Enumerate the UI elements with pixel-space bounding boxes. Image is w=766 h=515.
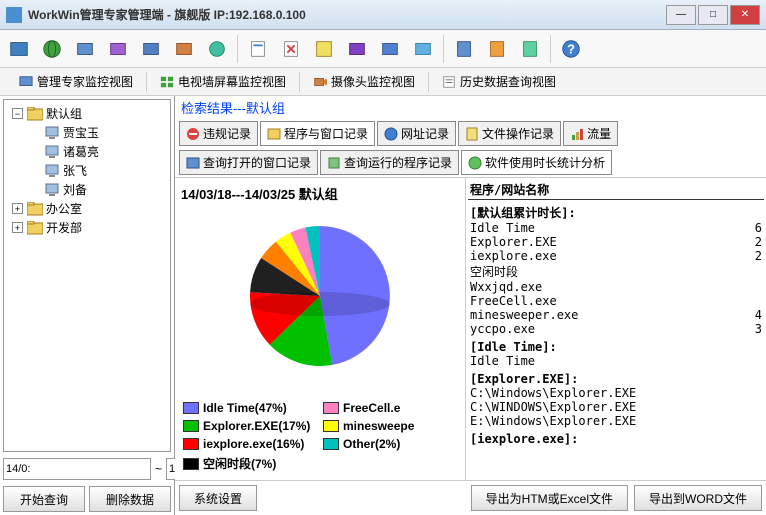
tree-label: 开发部 bbox=[46, 219, 82, 236]
toolbar-btn-6[interactable] bbox=[169, 34, 199, 64]
titlebar: WorkWin管理专家管理端 - 旗舰版 IP:192.168.0.100 — … bbox=[0, 0, 766, 30]
sidebar: − 默认组 贾宝玉 诸葛亮 张飞 刘备 + 办公室 + 开发部 ~ bbox=[0, 96, 175, 515]
toolbar-btn-11[interactable] bbox=[342, 34, 372, 64]
tab-label: 摄像头监控视图 bbox=[331, 73, 415, 90]
list-item[interactable]: yccpo.exe3 bbox=[468, 322, 764, 336]
list-item[interactable]: Idle Time bbox=[468, 354, 764, 368]
date-from-input[interactable] bbox=[3, 458, 151, 480]
search-result-header: 检索结果---默认组 bbox=[175, 96, 766, 119]
tree-group-dev[interactable]: + 开发部 bbox=[8, 218, 166, 237]
program-list[interactable]: 程序/网站名称 [默认组累计时长]: Idle Time6 Explorer.E… bbox=[465, 178, 766, 480]
tree-label: 诸葛亮 bbox=[63, 143, 99, 160]
svg-text:?: ? bbox=[567, 41, 575, 56]
list-item[interactable]: 空闲时段 bbox=[468, 263, 764, 280]
tree-user-1[interactable]: 贾宝玉 bbox=[8, 123, 166, 142]
toolbar-btn-3[interactable] bbox=[70, 34, 100, 64]
subtab-usage-stats[interactable]: 软件使用时长统计分析 bbox=[461, 150, 612, 175]
tab-violation-records[interactable]: 违规记录 bbox=[179, 121, 258, 146]
system-settings-button[interactable]: 系统设置 bbox=[179, 485, 257, 511]
main-toolbar: ? bbox=[0, 30, 766, 68]
list-item[interactable]: C:\WINDOWS\Explorer.EXE bbox=[468, 400, 764, 414]
close-button[interactable]: ✕ bbox=[730, 5, 760, 25]
toolbar-btn-14[interactable] bbox=[449, 34, 479, 64]
list-item[interactable]: Idle Time6 bbox=[468, 221, 764, 235]
list-item[interactable]: iexplore.exe2 bbox=[468, 249, 764, 263]
tree-label: 默认组 bbox=[46, 105, 82, 122]
maximize-button[interactable]: □ bbox=[698, 5, 728, 25]
expander-icon[interactable]: + bbox=[12, 203, 23, 214]
tree-group-office[interactable]: + 办公室 bbox=[8, 199, 166, 218]
toolbar-btn-16[interactable] bbox=[515, 34, 545, 64]
pie-chart bbox=[179, 205, 461, 397]
tab-file-records[interactable]: 文件操作记录 bbox=[458, 121, 561, 146]
toolbar-btn-12[interactable] bbox=[375, 34, 405, 64]
toolbar-btn-13[interactable] bbox=[408, 34, 438, 64]
subtab-window-records[interactable]: 查询打开的窗口记录 bbox=[179, 150, 318, 175]
export-htm-excel-button[interactable]: 导出为HTM或Excel文件 bbox=[471, 485, 628, 511]
chart-title: 14/03/18---14/03/25 默认组 bbox=[179, 182, 461, 205]
toolbar-btn-8[interactable] bbox=[243, 34, 273, 64]
tab-monitor-view[interactable]: 管理专家监控视图 bbox=[10, 69, 142, 94]
content-area: 检索结果---默认组 违规记录 程序与窗口记录 网址记录 文件操作记录 流量 查… bbox=[175, 96, 766, 515]
expander-icon[interactable]: + bbox=[12, 222, 23, 233]
tab-history-view[interactable]: 历史数据查询视图 bbox=[433, 69, 565, 94]
export-word-button[interactable]: 导出到WORD文件 bbox=[634, 485, 762, 511]
tree-label: 贾宝玉 bbox=[63, 124, 99, 141]
tree-label: 张飞 bbox=[63, 162, 87, 179]
tree-user-4[interactable]: 刘备 bbox=[8, 180, 166, 199]
start-query-button[interactable]: 开始查询 bbox=[3, 486, 85, 512]
subtab-program-records[interactable]: 查询运行的程序记录 bbox=[320, 150, 459, 175]
tab-label: 历史数据查询视图 bbox=[460, 73, 556, 90]
tab-program-window-records[interactable]: 程序与窗口记录 bbox=[260, 121, 375, 146]
toolbar-btn-9[interactable] bbox=[276, 34, 306, 64]
expander-icon[interactable]: − bbox=[12, 108, 23, 119]
toolbar-btn-4[interactable] bbox=[103, 34, 133, 64]
app-icon bbox=[6, 7, 22, 23]
tab-camera-view[interactable]: 摄像头监控视图 bbox=[304, 69, 424, 94]
minimize-button[interactable]: — bbox=[666, 5, 696, 25]
tree-label: 刘备 bbox=[63, 181, 87, 198]
tree-user-2[interactable]: 诸葛亮 bbox=[8, 142, 166, 161]
group-tree[interactable]: − 默认组 贾宝玉 诸葛亮 张飞 刘备 + 办公室 + 开发部 bbox=[3, 99, 171, 452]
toolbar-btn-5[interactable] bbox=[136, 34, 166, 64]
tree-group-default[interactable]: − 默认组 bbox=[8, 104, 166, 123]
tab-url-records[interactable]: 网址记录 bbox=[377, 121, 456, 146]
tab-traffic[interactable]: 流量 bbox=[563, 121, 618, 146]
toolbar-btn-help[interactable]: ? bbox=[556, 34, 586, 64]
delete-data-button[interactable]: 删除数据 bbox=[89, 486, 171, 512]
toolbar-btn-globe[interactable] bbox=[37, 34, 67, 64]
list-section: [Explorer.EXE]: bbox=[468, 372, 764, 386]
list-item[interactable]: C:\Windows\Explorer.EXE bbox=[468, 386, 764, 400]
chart-legend: Idle Time(47%) FreeCell.e Explorer.EXE(1… bbox=[179, 397, 461, 476]
window-title: WorkWin管理专家管理端 - 旗舰版 IP:192.168.0.100 bbox=[28, 6, 664, 23]
list-item[interactable]: Explorer.EXE2 bbox=[468, 235, 764, 249]
tab-label: 管理专家监控视图 bbox=[37, 73, 133, 90]
view-tabs: 管理专家监控视图 电视墙屏幕监控视图 摄像头监控视图 历史数据查询视图 bbox=[0, 68, 766, 96]
toolbar-btn-15[interactable] bbox=[482, 34, 512, 64]
toolbar-btn-1[interactable] bbox=[4, 34, 34, 64]
list-item[interactable]: FreeCell.exe bbox=[468, 294, 764, 308]
list-section: [默认组累计时长]: bbox=[468, 204, 764, 221]
tree-label: 办公室 bbox=[46, 200, 82, 217]
tab-label: 电视墙屏幕监控视图 bbox=[178, 73, 286, 90]
tree-user-3[interactable]: 张飞 bbox=[8, 161, 166, 180]
list-item[interactable]: E:\Windows\Explorer.EXE bbox=[468, 414, 764, 428]
list-header: 程序/网站名称 bbox=[468, 180, 764, 200]
list-section: [Idle Time]: bbox=[468, 340, 764, 354]
tab-tvwall-view[interactable]: 电视墙屏幕监控视图 bbox=[151, 69, 295, 94]
list-section: [iexplore.exe]: bbox=[468, 432, 764, 446]
list-item[interactable]: Wxxjqd.exe bbox=[468, 280, 764, 294]
toolbar-btn-7[interactable] bbox=[202, 34, 232, 64]
toolbar-btn-10[interactable] bbox=[309, 34, 339, 64]
list-item[interactable]: minesweeper.exe4 bbox=[468, 308, 764, 322]
